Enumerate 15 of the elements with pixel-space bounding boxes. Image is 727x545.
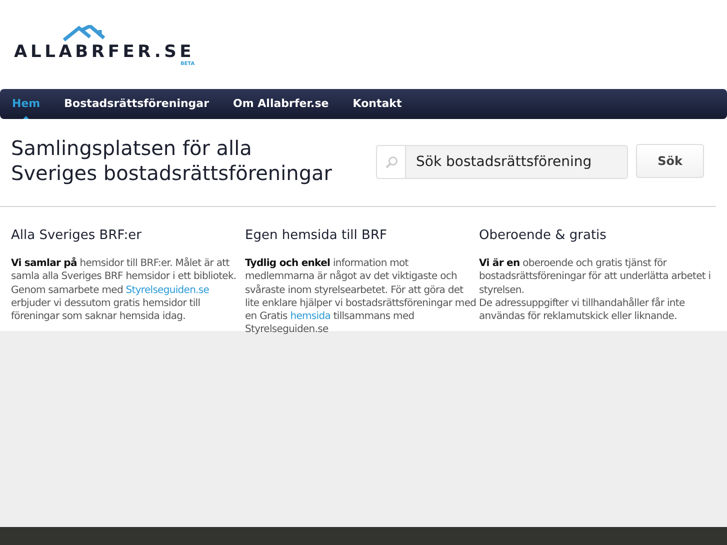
nav-tab[interactable]: Kontakt xyxy=(340,89,414,119)
headline: Samlingsplatsen för alla Sveriges bostadsrättsföreningar xyxy=(11,136,333,186)
roof-icon xyxy=(62,25,108,42)
column-text: Vi samlar på hemsidor till BRF:er. Målet är att samla alla Sveriges BRF hemsidor i ett bibliotek. Genom samarbete med Styrelseguiden.se erbjuder vi dessutom gratis hemsidor till föreningar som saknar hemsida idag. xyxy=(11,257,238,324)
column-heading: Alla Sveriges BRF:er xyxy=(11,227,142,245)
column-text: Vi är en oberoende och gratis tjänst för bostadsrättsföreningar för att underlätta arbetet i styrelsen. xyxy=(479,257,711,297)
column-text: De adressuppgifter vi tillhandahåller får inte användas för reklamutskick eller liknande. xyxy=(479,296,686,324)
column-text: Tydlig och enkel information mot medlemmarna är något av det viktigaste och svåraste inom styrelsearbetet. För att göra det lite enklare hjälper vi bostadsrättsföreningar med en Gratis hemsida tillsammans med Styrelseguiden.se xyxy=(245,257,477,337)
nav-tab[interactable]: Om Allabrfer.se xyxy=(221,89,341,119)
nav-tab[interactable]: Bostadsrättsföreningar xyxy=(52,89,222,119)
column-heading: Oberoende & gratis xyxy=(479,227,608,245)
column-heading: Egen hemsida till BRF xyxy=(245,227,388,245)
search-icon xyxy=(384,156,398,168)
search-button[interactable]: Sök xyxy=(636,144,704,178)
nav-tab[interactable]: Hem xyxy=(0,89,52,119)
